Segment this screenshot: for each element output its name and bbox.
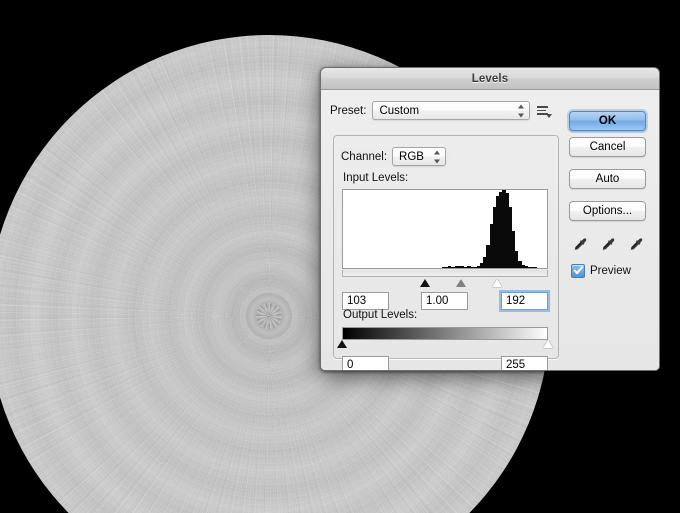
preview-row[interactable]: Preview xyxy=(571,264,631,278)
disc-hub-swirl xyxy=(256,303,282,329)
input-black-point-field[interactable]: 103 xyxy=(342,292,389,310)
preset-label: Preset: xyxy=(330,104,367,117)
input-black-point-slider[interactable] xyxy=(420,279,431,287)
eyedropper-group xyxy=(573,237,645,257)
output-gradient-bar[interactable] xyxy=(342,327,548,340)
output-black-point-slider[interactable] xyxy=(337,340,347,348)
histogram-bars xyxy=(343,190,547,268)
check-icon xyxy=(573,266,583,275)
channel-select[interactable]: RGB xyxy=(392,147,447,166)
input-levels-label: Input Levels: xyxy=(343,172,409,184)
set-white-point-eyedropper[interactable] xyxy=(629,237,646,255)
channel-label: Channel: xyxy=(341,150,388,163)
preset-select[interactable]: Custom xyxy=(372,101,531,120)
output-black-point-field[interactable]: 0 xyxy=(342,356,389,370)
input-white-point-slider[interactable] xyxy=(492,279,503,287)
cancel-button[interactable]: Cancel xyxy=(569,137,646,157)
preset-row: Preset: Custom xyxy=(330,101,553,120)
disc-hub xyxy=(246,293,292,339)
input-slider-markers xyxy=(342,279,548,289)
set-black-point-eyedropper[interactable] xyxy=(573,237,590,255)
input-white-point-field[interactable]: 192 xyxy=(501,292,548,310)
auto-button[interactable]: Auto xyxy=(569,169,646,189)
ok-button[interactable]: OK xyxy=(569,111,646,131)
dialog-title: Levels xyxy=(471,72,509,85)
output-white-point-field[interactable]: 255 xyxy=(501,356,548,370)
input-gamma-slider[interactable] xyxy=(456,279,467,287)
preview-checkbox[interactable] xyxy=(571,264,585,278)
dialog-titlebar[interactable]: Levels xyxy=(321,68,659,90)
stepper-arrows-icon xyxy=(433,150,440,163)
dialog-body: Preset: Custom Channel: RGB Input Levels… xyxy=(321,90,659,370)
output-white-point-slider[interactable] xyxy=(543,340,553,348)
input-gamma-field[interactable]: 1.00 xyxy=(421,292,468,310)
output-slider-markers xyxy=(337,340,553,350)
output-levels-label: Output Levels: xyxy=(343,309,418,321)
input-slider-track[interactable] xyxy=(342,270,548,277)
stepper-arrows-icon xyxy=(517,104,524,117)
screenshot-root: Levels Preset: Custom Channel: RGB Input… xyxy=(0,0,680,513)
channel-value: RGB xyxy=(399,150,424,163)
preview-label: Preview xyxy=(590,265,631,277)
input-histogram[interactable] xyxy=(342,189,548,269)
levels-dialog[interactable]: Levels Preset: Custom Channel: RGB Input… xyxy=(320,67,660,371)
flyout-menu-icon[interactable] xyxy=(537,104,553,118)
options-button[interactable]: Options... xyxy=(569,201,646,221)
preset-value: Custom xyxy=(379,104,420,117)
set-gray-point-eyedropper[interactable] xyxy=(601,237,618,255)
channel-row: Channel: RGB xyxy=(341,147,452,166)
